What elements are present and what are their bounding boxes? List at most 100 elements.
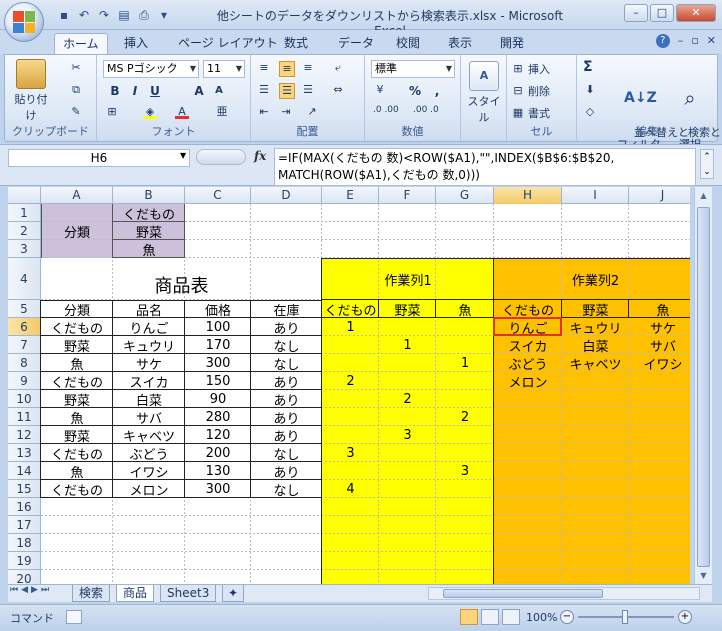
insert-cells-button[interactable]: ⊞ 挿入 — [511, 61, 550, 77]
scroll-up-icon[interactable]: ▲ — [696, 189, 711, 203]
column-header-b[interactable]: B — [113, 187, 185, 204]
cell-d6[interactable]: あり — [251, 318, 322, 337]
cell-d7[interactable]: なし — [251, 336, 322, 355]
cell-a9[interactable]: くだもの — [41, 372, 113, 391]
align-bottom-button[interactable]: ≡ — [301, 61, 315, 75]
grow-font-button[interactable]: A — [189, 82, 209, 100]
row-header-9[interactable]: 9 — [8, 372, 41, 390]
active-cell-outline[interactable] — [493, 317, 562, 336]
font-size-combo[interactable]: 11 ▼ — [203, 60, 245, 78]
row-header-5[interactable]: 5 — [8, 300, 41, 318]
cell-a10[interactable]: 野菜 — [41, 390, 113, 409]
vertical-scrollbar[interactable]: ▲ ▼ — [694, 187, 712, 584]
cell-h8[interactable]: ぶどう — [494, 354, 562, 373]
column-header-f[interactable]: F — [379, 187, 436, 204]
ribbon-restore-icon[interactable]: ▫ — [691, 34, 698, 48]
decrease-indent-button[interactable]: ⇤ — [257, 105, 271, 119]
row-header-20[interactable]: 20 — [8, 570, 41, 584]
column-header-c[interactable]: C — [185, 187, 251, 204]
cell-a6[interactable]: くだもの — [41, 318, 113, 337]
name-box[interactable]: H6 — [8, 149, 190, 167]
cell-b8[interactable]: サケ — [113, 354, 185, 373]
increase-indent-button[interactable]: ⇥ — [279, 105, 293, 119]
help-icon[interactable]: ? — [655, 34, 670, 48]
cell-f12[interactable]: 3 — [379, 426, 436, 444]
new-sheet-icon[interactable]: ✦ — [222, 585, 244, 602]
column-header-h[interactable]: H — [494, 187, 562, 204]
align-top-button[interactable]: ≡ — [257, 61, 271, 75]
row-header-14[interactable]: 14 — [8, 462, 41, 480]
cell-j8[interactable]: イワシ — [629, 354, 690, 373]
shrink-font-button[interactable]: A — [209, 82, 229, 100]
chevron-down-icon[interactable]: ▼ — [180, 151, 186, 160]
percent-button[interactable]: % — [405, 82, 425, 100]
zoom-level[interactable]: 100% — [526, 611, 557, 624]
cell-b14[interactable]: イワシ — [113, 462, 185, 481]
cell-b9[interactable]: スイカ — [113, 372, 185, 391]
underline-button[interactable]: U — [145, 82, 165, 100]
column-header-d[interactable]: D — [251, 187, 322, 204]
ribbon-close-icon[interactable]: ✕ — [707, 34, 716, 48]
cell-i7[interactable]: 白菜 — [562, 336, 629, 355]
cell-d15[interactable]: なし — [251, 480, 322, 499]
header-cell-a[interactable]: 分類 — [41, 300, 113, 319]
header-cell-i[interactable]: 野菜 — [562, 300, 629, 319]
align-middle-button[interactable]: ≡ — [279, 61, 295, 77]
header-cell-e[interactable]: くだもの — [322, 300, 379, 319]
comma-button[interactable]: , — [427, 82, 447, 100]
row-header-4[interactable]: 4 — [8, 258, 41, 300]
cell-c13[interactable]: 200 — [185, 444, 251, 462]
undo-icon[interactable]: ↶ — [76, 7, 92, 23]
tab-view[interactable]: 表示 — [440, 33, 480, 54]
cell-e9[interactable]: 2 — [322, 372, 379, 390]
styles-button[interactable]: A スタイル — [463, 61, 505, 125]
delete-cells-button[interactable]: ⊟ 削除 — [511, 83, 550, 99]
cell-a7[interactable]: 野菜 — [41, 336, 113, 355]
formula-bar-splitter[interactable] — [196, 149, 246, 165]
cell-e15[interactable]: 4 — [322, 480, 379, 498]
fill-button[interactable]: ⬇ — [583, 83, 597, 97]
column-header-g[interactable]: G — [436, 187, 494, 204]
insert-function-button[interactable]: fx — [254, 149, 266, 163]
autosum-button[interactable]: Σ — [583, 59, 593, 75]
row-header-19[interactable]: 19 — [8, 552, 41, 570]
save-icon[interactable]: ▪ — [56, 7, 72, 23]
cell-i6[interactable]: キュウリ — [562, 318, 629, 337]
cell-c7[interactable]: 170 — [185, 336, 251, 354]
row-header-15[interactable]: 15 — [8, 480, 41, 498]
tab-insert[interactable]: 挿入 — [116, 33, 156, 54]
scroll-thumb[interactable] — [697, 207, 710, 567]
column-header-j[interactable]: J — [629, 187, 690, 204]
cell-f7[interactable]: 1 — [379, 336, 436, 354]
merge-center-button[interactable]: ⇔ — [331, 83, 345, 97]
cell-b13[interactable]: ぶどう — [113, 444, 185, 463]
number-format-combo[interactable]: 標準 ▼ — [371, 60, 455, 78]
cell-e13[interactable]: 3 — [322, 444, 379, 462]
cell-d12[interactable]: あり — [251, 426, 322, 445]
row-header-3[interactable]: 3 — [8, 240, 41, 258]
ribbon-minimize-icon[interactable]: – — [678, 34, 684, 48]
cell-d11[interactable]: あり — [251, 408, 322, 427]
cell-b11[interactable]: サバ — [113, 408, 185, 427]
cell-d13[interactable]: なし — [251, 444, 322, 463]
align-center-button[interactable]: ☰ — [279, 83, 295, 99]
header-cell-c[interactable]: 価格 — [185, 300, 251, 319]
cell-b4-product-table-title[interactable]: 商品表 — [41, 258, 322, 300]
cell-f10[interactable]: 2 — [379, 390, 436, 408]
cell-e6[interactable]: 1 — [322, 318, 379, 336]
tab-developer[interactable]: 開発 — [492, 33, 532, 54]
tab-home[interactable]: ホーム — [54, 33, 108, 54]
row-header-12[interactable]: 12 — [8, 426, 41, 444]
borders-button[interactable]: ⊞ — [105, 105, 119, 119]
h-scroll-thumb[interactable] — [443, 589, 603, 598]
cell-h4-work-column-2-title[interactable]: 作業列2 — [494, 258, 690, 300]
bold-button[interactable]: B — [105, 82, 125, 100]
column-header-a[interactable]: A — [41, 187, 113, 204]
minimize-button[interactable]: – — [624, 4, 648, 22]
form-icon[interactable]: ▤ — [116, 7, 132, 23]
select-all-corner[interactable] — [8, 187, 41, 204]
cell-c8[interactable]: 300 — [185, 354, 251, 372]
cell-c15[interactable]: 300 — [185, 480, 251, 498]
italic-button[interactable]: I — [125, 82, 145, 100]
column-header-i[interactable]: I — [562, 187, 629, 204]
